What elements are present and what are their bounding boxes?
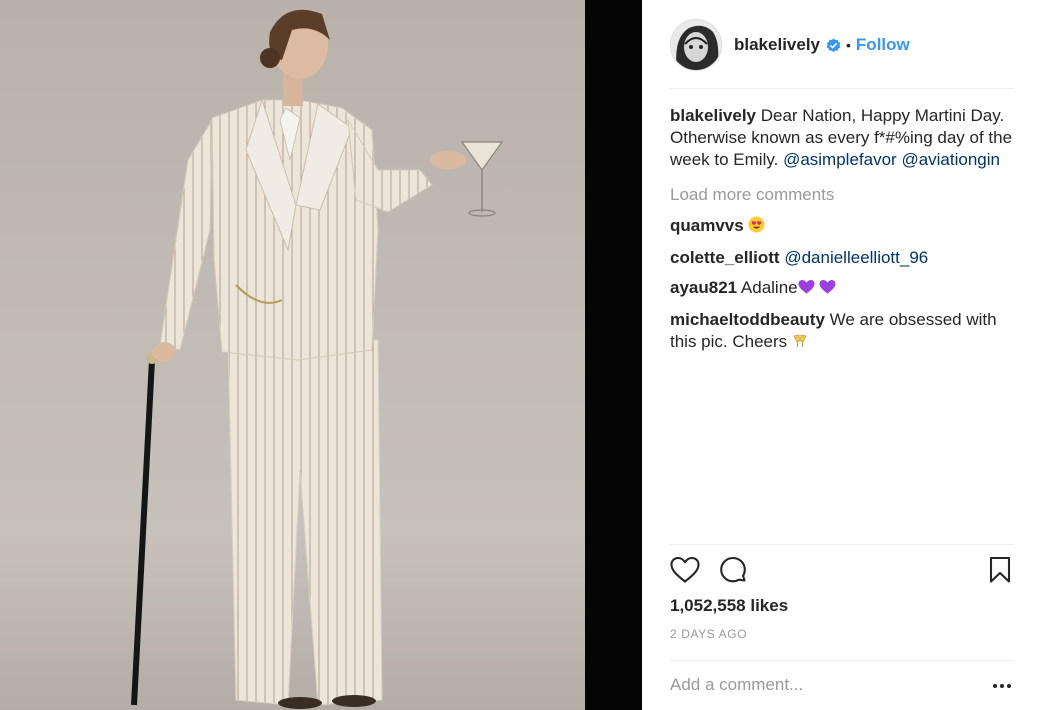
comment-bubble-icon[interactable]	[718, 556, 748, 591]
bookmark-icon[interactable]	[988, 556, 1012, 589]
avatar[interactable]	[670, 19, 722, 71]
more-options-icon[interactable]	[992, 676, 1012, 694]
header-divider	[670, 88, 1014, 89]
purple-heart-emoji-icon	[819, 279, 836, 301]
load-more-comments-button[interactable]: Load more comments	[670, 185, 1014, 205]
caption: blakelively Dear Nation, Happy Martini D…	[670, 105, 1014, 171]
comment-username[interactable]: michaeltoddbeauty	[670, 310, 825, 329]
post-details-panel: blakelively • Follow blakelively Dear Na…	[642, 0, 1040, 710]
heart-icon[interactable]	[670, 556, 700, 589]
like-count[interactable]: 1,052,558 likes	[670, 596, 788, 616]
post-header: blakelively • Follow	[670, 18, 1014, 72]
comment-item: michaeltoddbeauty We are obsessed with t…	[670, 309, 1014, 355]
caption-mention-asimplefavor[interactable]: @asimplefavor	[783, 150, 897, 169]
follow-button[interactable]: Follow	[856, 35, 910, 55]
add-comment-input[interactable]	[670, 672, 970, 698]
comment-input-divider	[670, 660, 1014, 661]
comment-item: quamvvs	[670, 215, 1014, 239]
purple-heart-emoji-icon	[798, 279, 815, 301]
post-timestamp: 2 DAYS AGO	[670, 627, 748, 641]
actions-divider	[670, 544, 1014, 545]
comments-list: blakelively Dear Nation, Happy Martini D…	[670, 105, 1014, 363]
action-bar	[670, 556, 1014, 588]
clinking-glasses-emoji-icon	[792, 333, 808, 355]
comment-username[interactable]: quamvvs	[670, 216, 744, 235]
post-photo	[0, 0, 585, 710]
caption-username[interactable]: blakelively	[670, 106, 756, 125]
comment-username[interactable]: colette_elliott	[670, 248, 780, 267]
comment-item: ayau821 Adaline	[670, 277, 1014, 301]
post-image[interactable]	[0, 0, 642, 710]
separator-dot: •	[846, 37, 851, 53]
comment-mention[interactable]: @danielleelliott_96	[784, 248, 928, 267]
heart-eyes-emoji-icon	[748, 216, 765, 239]
verified-badge-icon	[826, 37, 841, 53]
caption-mention-aviationgin[interactable]: @aviationgin	[901, 150, 1000, 169]
comment-item: colette_elliott @danielleelliott_96	[670, 247, 1014, 269]
post-author-username[interactable]: blakelively	[734, 35, 820, 55]
comment-username[interactable]: ayau821	[670, 278, 737, 297]
comment-text: Adaline	[737, 278, 798, 297]
